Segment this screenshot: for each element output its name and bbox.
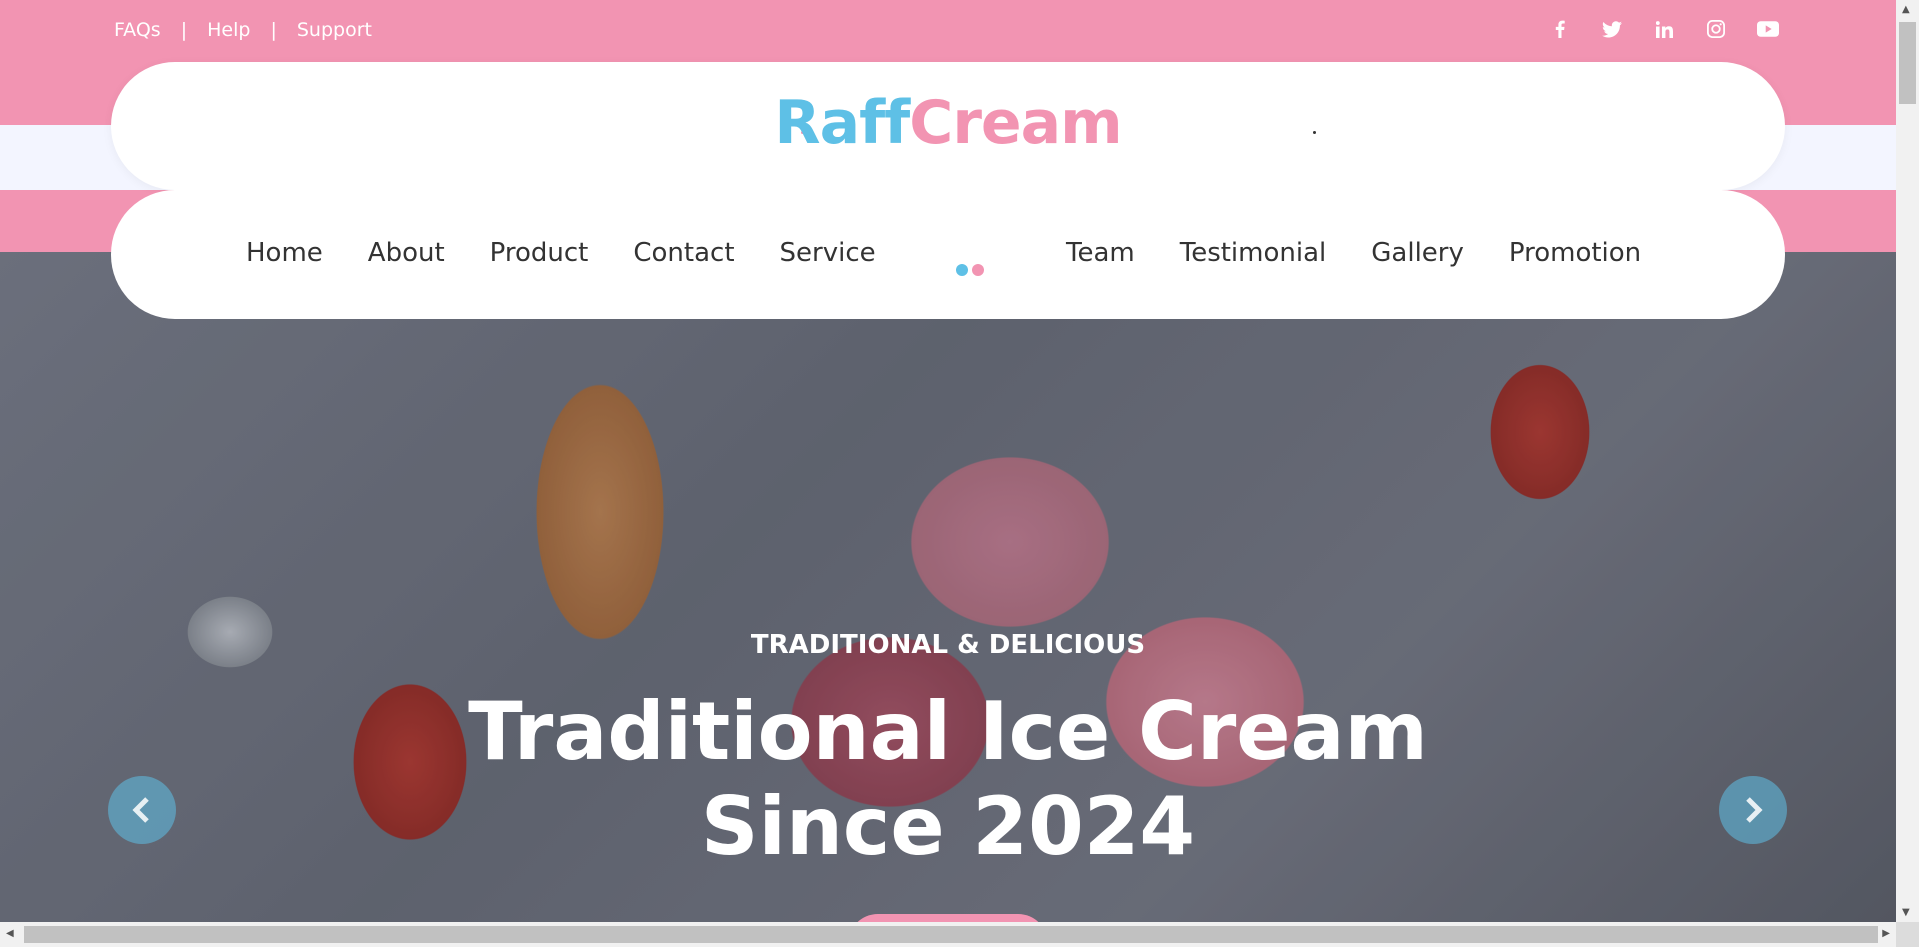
hero-cta-button[interactable] <box>848 914 1048 922</box>
separator: | <box>180 19 188 41</box>
decorative-dot <box>1313 131 1316 134</box>
vertical-scroll-thumb[interactable] <box>1899 22 1916 104</box>
main-navigation: Home About Product Contact Service Team … <box>111 190 1785 319</box>
nav-item-home[interactable]: Home <box>246 238 323 268</box>
carousel-prev-button[interactable] <box>108 776 176 844</box>
nav-item-product[interactable]: Product <box>490 238 589 268</box>
scroll-up-icon[interactable]: ▲ <box>1902 4 1910 15</box>
nav-item-contact[interactable]: Contact <box>633 238 734 268</box>
separator: | <box>270 19 277 41</box>
youtube-icon[interactable] <box>1757 18 1779 40</box>
nav-item-service[interactable]: Service <box>780 238 876 268</box>
faqs-link[interactable]: FAQs <box>114 19 161 41</box>
scroll-down-icon[interactable]: ▼ <box>1902 907 1910 918</box>
instagram-icon[interactable] <box>1705 18 1727 40</box>
nav-item-team[interactable]: Team <box>1066 238 1135 268</box>
linkedin-icon[interactable] <box>1653 18 1675 40</box>
scroll-left-icon[interactable]: ◀ <box>6 928 14 939</box>
chevron-left-icon <box>132 797 149 823</box>
hero-kicker: TRADITIONAL & DELICIOUS <box>750 630 1146 660</box>
nav-center-dots <box>956 264 984 276</box>
twitter-icon[interactable] <box>1601 18 1623 40</box>
horizontal-scrollbar[interactable]: ◀ ▶ <box>0 922 1896 947</box>
brand-logo[interactable]: RaffCream <box>111 88 1785 158</box>
horizontal-scroll-thumb[interactable] <box>24 926 1878 943</box>
scroll-right-icon[interactable]: ▶ <box>1882 928 1890 939</box>
blue-dot-icon <box>956 264 968 276</box>
topbar-links: FAQs | Help | Support <box>114 19 372 41</box>
brand-part-2: Cream <box>909 88 1122 158</box>
facebook-icon[interactable] <box>1549 18 1571 40</box>
scrollbar-corner <box>1896 922 1919 947</box>
nav-item-testimonial[interactable]: Testimonial <box>1180 238 1327 268</box>
support-link[interactable]: Support <box>297 19 372 41</box>
brand-part-1: Raff <box>774 88 910 158</box>
nav-right-group: Team Testimonial Gallery Promotion <box>1066 238 1641 268</box>
nav-item-gallery[interactable]: Gallery <box>1371 238 1464 268</box>
carousel-next-button[interactable] <box>1719 776 1787 844</box>
pink-dot-icon <box>972 264 984 276</box>
chevron-right-icon <box>1746 797 1763 823</box>
social-links <box>1549 18 1779 40</box>
nav-left-group: Home About Product Contact Service <box>246 238 876 268</box>
nav-item-about[interactable]: About <box>368 238 445 268</box>
nav-item-promotion[interactable]: Promotion <box>1509 238 1641 268</box>
vertical-scrollbar[interactable]: ▲ ▼ <box>1896 0 1919 922</box>
logo-container: RaffCream <box>111 62 1785 190</box>
hero-carousel: TRADITIONAL & DELICIOUS Traditional Ice … <box>0 252 1896 922</box>
hero-title: Traditional Ice Cream Since 2024 <box>468 685 1428 873</box>
help-link[interactable]: Help <box>207 19 250 41</box>
